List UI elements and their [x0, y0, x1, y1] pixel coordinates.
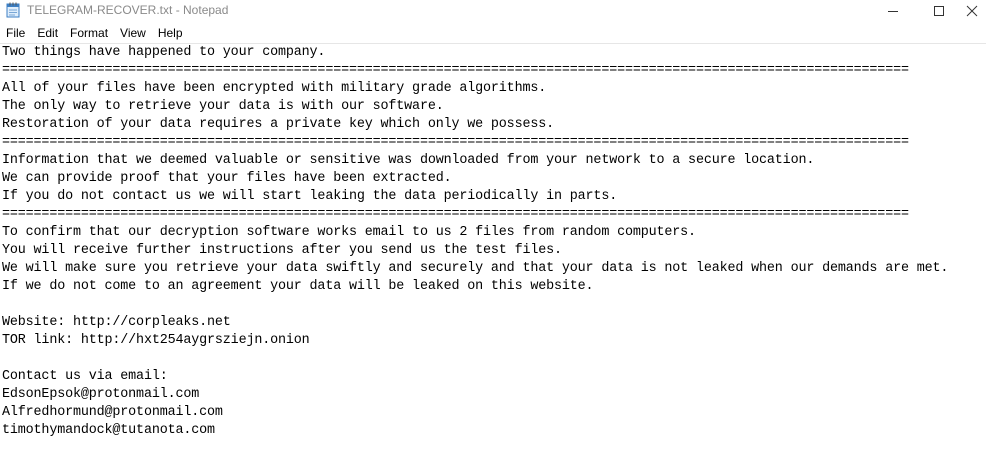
- text-line: timothymandock@tutanota.com: [2, 423, 215, 438]
- text-line: All of your files have been encrypted wi…: [2, 81, 547, 96]
- text-line: [2, 350, 984, 368]
- window-title: TELEGRAM-RECOVER.txt - Notepad: [27, 3, 229, 17]
- menu-view[interactable]: View: [114, 23, 152, 43]
- text-editor-area[interactable]: Two things have happened to your company…: [2, 44, 984, 465]
- text-line: TOR link: http://hxt254aygrsziejn.onion: [2, 333, 310, 348]
- minimize-icon: [888, 11, 898, 12]
- close-button[interactable]: [958, 0, 986, 22]
- text-line: We will make sure you retrieve your data…: [2, 261, 949, 276]
- menu-edit[interactable]: Edit: [31, 23, 64, 43]
- text-line: Information that we deemed valuable or s…: [2, 153, 815, 168]
- text-line: [2, 296, 984, 314]
- text-line: Two things have happened to your company…: [2, 45, 326, 60]
- menu-help[interactable]: Help: [152, 23, 189, 43]
- text-line: We can provide proof that your files hav…: [2, 171, 452, 186]
- text-line: The only way to retrieve your data is wi…: [2, 99, 444, 114]
- text-line: To confirm that our decryption software …: [2, 225, 696, 240]
- text-line: ========================================…: [2, 63, 909, 78]
- text-line: ========================================…: [2, 207, 909, 222]
- title-bar[interactable]: TELEGRAM-RECOVER.txt - Notepad: [0, 0, 986, 22]
- text-line: You will receive further instructions af…: [2, 243, 562, 258]
- close-icon: [966, 5, 978, 17]
- text-line: If we do not come to an agreement your d…: [2, 279, 594, 294]
- menu-bar: File Edit Format View Help: [0, 23, 986, 43]
- text-line: Restoration of your data requires a priv…: [2, 117, 554, 132]
- menu-file[interactable]: File: [0, 23, 31, 43]
- notepad-icon: [6, 2, 20, 18]
- text-line: Alfredhormund@protonmail.com: [2, 405, 223, 420]
- text-line: ========================================…: [2, 135, 909, 150]
- maximize-button[interactable]: [916, 0, 962, 22]
- text-line: If you do not contact us we will start l…: [2, 189, 618, 204]
- maximize-icon: [934, 6, 944, 16]
- text-line: Contact us via email:: [2, 369, 168, 384]
- text-line: Website: http://corpleaks.net: [2, 315, 231, 330]
- menu-format[interactable]: Format: [64, 23, 114, 43]
- minimize-button[interactable]: [870, 0, 916, 22]
- text-line: EdsonEpsok@protonmail.com: [2, 387, 200, 402]
